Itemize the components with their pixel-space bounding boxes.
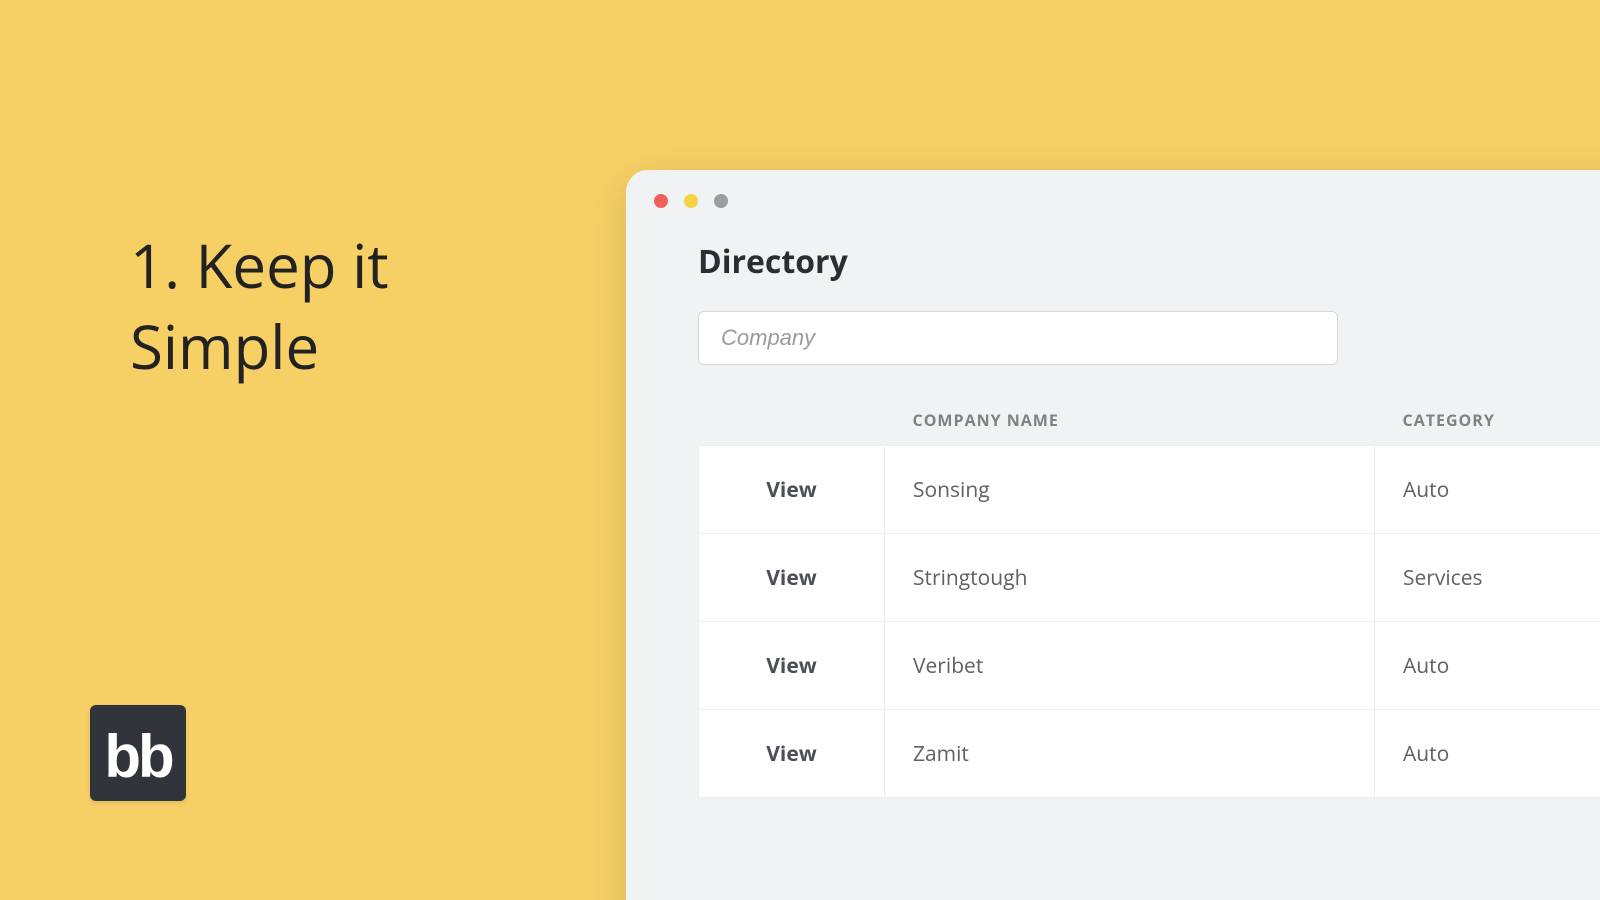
table-row: View Sonsing Auto [699,446,1600,534]
app-window: Directory View COMPANY NAME CATEGORY Vie… [626,170,1600,900]
cell-category: Auto [1375,446,1600,534]
bb-logo: bb [90,705,186,801]
table-row: View Stringtough Services [699,534,1600,622]
app-content: Directory View COMPANY NAME CATEGORY Vie… [626,220,1600,798]
cell-company-name: Sonsing [885,446,1375,534]
table-row: View Veribet Auto [699,622,1600,710]
column-header-category: CATEGORY [1375,395,1600,446]
column-header-company-name: COMPANY NAME [885,395,1375,446]
company-search-input[interactable] [698,311,1338,365]
cell-company-name: Stringtough [885,534,1375,622]
table-header-row: View COMPANY NAME CATEGORY [699,395,1600,446]
directory-table: View COMPANY NAME CATEGORY View Sonsing … [698,395,1600,798]
window-traffic-lights [626,170,1600,220]
view-button[interactable]: View [699,534,885,622]
view-button[interactable]: View [699,622,885,710]
close-icon[interactable] [654,194,668,208]
cell-category: Services [1375,534,1600,622]
cell-company-name: Zamit [885,710,1375,798]
page-title: Directory [698,240,1600,283]
view-button[interactable]: View [699,446,885,534]
cell-company-name: Veribet [885,622,1375,710]
cell-category: Auto [1375,710,1600,798]
minimize-icon[interactable] [684,194,698,208]
table-row: View Zamit Auto [699,710,1600,798]
slide-headline: 1. Keep it Simple [130,225,490,387]
maximize-icon[interactable] [714,194,728,208]
cell-category: Auto [1375,622,1600,710]
view-button[interactable]: View [699,710,885,798]
